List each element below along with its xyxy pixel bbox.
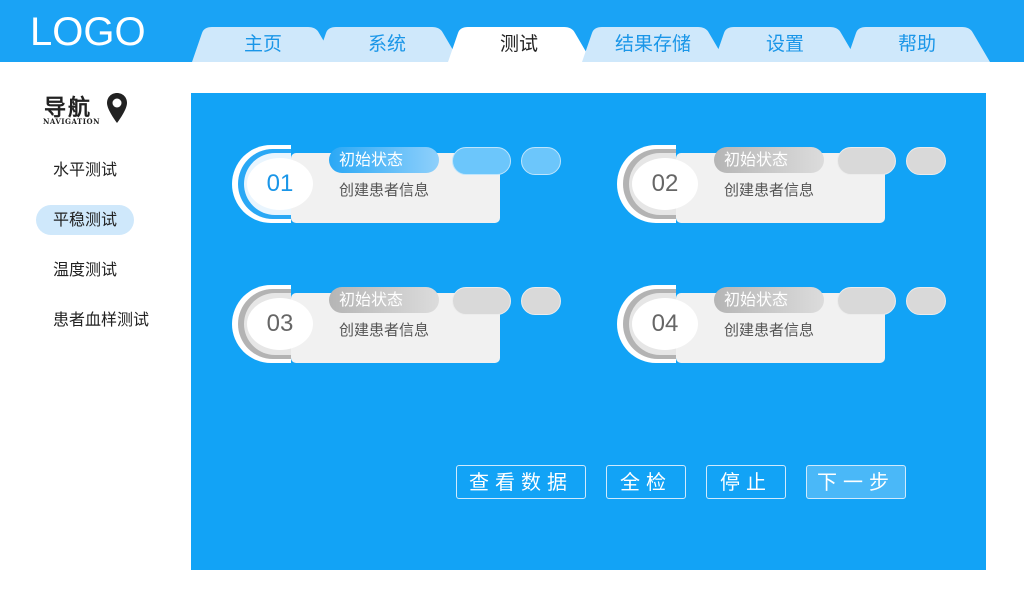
- sidebar: 导航 NAVIGATION 水平测试 平稳测试 温度测试 患者血样测试: [0, 62, 190, 600]
- tab-label: 结果存储: [614, 33, 691, 55]
- location-pin-icon: [107, 93, 127, 123]
- card-indicator-pill-small: [906, 287, 946, 315]
- card-indicator-pill-small: [906, 147, 946, 175]
- test-card-03[interactable]: 03 初始状态 创建患者信息: [231, 283, 571, 363]
- sidebar-item-horizontal-test[interactable]: 水平测试: [36, 155, 134, 185]
- tab-label: 系统: [367, 33, 406, 55]
- tab-label: 设置: [765, 33, 804, 55]
- card-indicator-pill-small: [521, 287, 561, 315]
- top-tabs: 主页 系统 测试 结果存储 设置 帮助: [190, 0, 1024, 62]
- top-header: LOGO 主页 系统 测试 结果存储 设置 帮助: [0, 0, 1024, 62]
- tab-label: 帮助: [897, 33, 936, 55]
- tab-test[interactable]: 测试: [446, 27, 592, 62]
- card-indicator-pill: [452, 147, 511, 175]
- nav-subtitle: NAVIGATION: [43, 117, 101, 126]
- main-panel: 01 初始状态 创建患者信息 02 初始状态 创建患者信息 03 初始状态 创建…: [191, 93, 986, 570]
- tab-help[interactable]: 帮助: [844, 27, 990, 62]
- test-card-04[interactable]: 04 初始状态 创建患者信息: [616, 283, 956, 363]
- card-number: 04: [632, 298, 698, 350]
- card-indicator-pill: [452, 287, 511, 315]
- sidebar-item-blood-sample-test[interactable]: 患者血样测试: [36, 305, 166, 335]
- card-indicator-pill: [837, 287, 896, 315]
- full-check-button[interactable]: 全检: [606, 465, 686, 499]
- card-number: 02: [632, 158, 698, 210]
- sidebar-item-temperature-test[interactable]: 温度测试: [36, 255, 134, 285]
- card-info: 创建患者信息: [724, 181, 815, 199]
- view-data-button[interactable]: 查看数据: [456, 465, 586, 499]
- card-info: 创建患者信息: [339, 181, 430, 199]
- sidebar-item-stability-test[interactable]: 平稳测试: [36, 205, 135, 235]
- card-status: 初始状态: [714, 147, 824, 173]
- card-indicator-pill-small: [521, 147, 561, 175]
- logo: LOGO: [30, 10, 146, 54]
- card-info: 创建患者信息: [339, 321, 430, 339]
- tab-results[interactable]: 结果存储: [580, 27, 726, 62]
- card-info: 创建患者信息: [724, 321, 815, 339]
- tab-system[interactable]: 系统: [314, 27, 460, 62]
- tab-label: 测试: [499, 33, 538, 55]
- card-number: 01: [247, 158, 313, 210]
- tab-settings[interactable]: 设置: [712, 27, 858, 62]
- test-card-01[interactable]: 01 初始状态 创建患者信息: [231, 143, 571, 223]
- card-status: 初始状态: [329, 147, 439, 173]
- card-indicator-pill: [837, 147, 896, 175]
- test-card-02[interactable]: 02 初始状态 创建患者信息: [616, 143, 956, 223]
- card-number: 03: [247, 298, 313, 350]
- stop-button[interactable]: 停止: [706, 465, 786, 499]
- card-status: 初始状态: [329, 287, 439, 313]
- card-status: 初始状态: [714, 287, 824, 313]
- next-step-button[interactable]: 下一步: [806, 465, 906, 499]
